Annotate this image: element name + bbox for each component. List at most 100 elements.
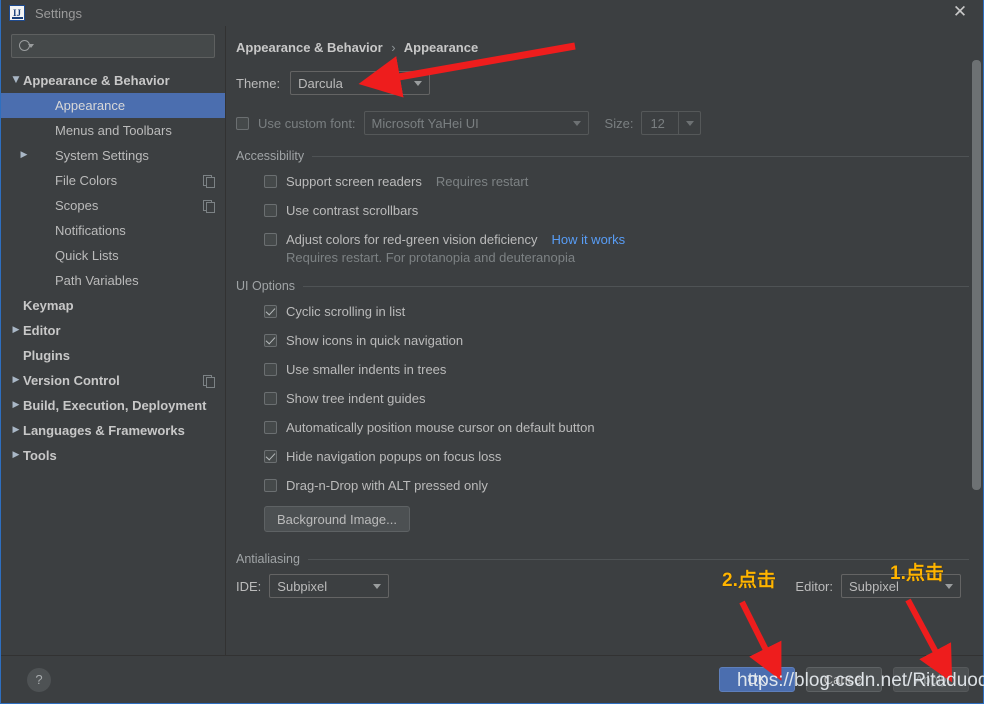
font-size-select[interactable]: 12 — [641, 111, 702, 135]
chevron-right-icon[interactable]: ▶ — [9, 451, 23, 460]
section-divider — [303, 285, 969, 287]
intellij-idea-logo-icon: IJ — [9, 5, 25, 21]
use-custom-font-label: Use custom font: — [258, 115, 356, 131]
sidebar-item-editor[interactable]: ▶ Editor — [1, 318, 225, 343]
sidebar-item-label: System Settings — [55, 148, 149, 163]
copy-icon[interactable] — [203, 374, 215, 388]
accessibility-option-checkbox[interactable] — [264, 233, 277, 246]
sidebar-item-build-execution-deployment[interactable]: ▶ Build, Execution, Deployment — [1, 393, 225, 418]
accessibility-option-checkbox[interactable] — [264, 204, 277, 217]
chevron-down-icon — [373, 583, 382, 589]
accessibility-subhint: Requires restart. For protanopia and deu… — [286, 250, 576, 265]
sidebar-item-label: Scopes — [55, 198, 99, 213]
ui-options-section-header: UI Options — [236, 279, 983, 293]
sidebar-item-menus-and-toolbars[interactable]: Menus and Toolbars — [1, 118, 225, 143]
custom-font-select[interactable]: Microsoft YaHei UI — [363, 111, 589, 135]
accessibility-option-label: Adjust colors for red-green vision defic… — [286, 232, 538, 247]
ide-antialiasing-value: Subpixel — [277, 578, 328, 594]
ui-option-checkbox[interactable] — [264, 392, 277, 405]
sidebar-item-label: Appearance — [55, 98, 126, 113]
sidebar-item-label: Menus and Toolbars — [55, 123, 172, 138]
breadcrumb-current: Appearance — [403, 40, 479, 55]
ui-option-checkbox[interactable] — [264, 334, 277, 347]
ui-option-label: Drag-n-Drop with ALT pressed only — [286, 478, 488, 493]
window-title: Settings — [35, 5, 82, 21]
antialiasing-section-header: Antialiasing — [236, 552, 983, 566]
ui-option-checkbox[interactable] — [264, 479, 277, 492]
ui-option-checkbox[interactable] — [264, 421, 277, 434]
ui-option-label: Automatically position mouse cursor on d… — [286, 420, 595, 435]
font-size-caret-box[interactable] — [678, 112, 700, 134]
sidebar-item-label: Editor — [23, 323, 61, 338]
help-icon[interactable]: ? — [27, 667, 51, 692]
copy-icon[interactable] — [203, 199, 215, 213]
sidebar-item-label: Notifications — [55, 223, 126, 238]
search-input[interactable] — [11, 34, 215, 58]
settings-tree: ▼ Appearance & Behavior Appearance Menus an… — [1, 68, 225, 468]
sidebar-item-languages-frameworks[interactable]: ▶ Languages & Frameworks — [1, 418, 225, 443]
antialiasing-title: Antialiasing — [236, 552, 300, 566]
copy-icon[interactable] — [203, 174, 215, 188]
chevron-right-icon[interactable]: ▶ — [9, 376, 23, 385]
sidebar-item-label: Appearance & Behavior — [23, 73, 170, 88]
vertical-scrollbar-thumb[interactable] — [972, 60, 981, 490]
sidebar-item-version-control[interactable]: ▶ Version Control — [1, 368, 225, 393]
apply-button[interactable]: Apply — [893, 667, 969, 692]
ui-option-label: Cyclic scrolling in list — [286, 304, 406, 319]
breadcrumb: Appearance & Behavior › Appearance — [236, 40, 983, 55]
accessibility-option-checkbox[interactable] — [264, 175, 277, 188]
antialiasing-row: IDE: Subpixel Editor: Subpixel — [236, 574, 983, 598]
sidebar-item-plugins[interactable]: Plugins — [1, 343, 225, 368]
sidebar-item-tools[interactable]: ▶ Tools — [1, 443, 225, 468]
background-image-button[interactable]: Background Image... — [264, 506, 410, 532]
sidebar-item-scopes[interactable]: Scopes — [1, 193, 225, 218]
ui-option-row: Hide navigation popups on focus loss — [236, 442, 983, 471]
chevron-down-icon[interactable]: ▼ — [9, 76, 23, 85]
accessibility-section-header: Accessibility — [236, 149, 983, 163]
theme-select-value: Darcula — [298, 75, 343, 91]
settings-sidebar: ▼ Appearance & Behavior Appearance Menus an… — [1, 26, 226, 655]
chevron-right-icon[interactable]: ▶ — [9, 426, 23, 435]
accessibility-option-label: Use contrast scrollbars — [286, 203, 419, 218]
ok-button[interactable]: OK — [719, 667, 795, 692]
chevron-right-icon[interactable]: ▶ — [9, 401, 23, 410]
sidebar-item-appearance[interactable]: Appearance — [1, 93, 225, 118]
settings-dialog: IJ Settings ✕ ▼ Appearance & Behavior Appe… — [0, 0, 984, 704]
ui-option-row: Drag-n-Drop with ALT pressed only — [236, 471, 983, 500]
sidebar-item-notifications[interactable]: Notifications — [1, 218, 225, 243]
dialog-body: ▼ Appearance & Behavior Appearance Menus an… — [1, 26, 983, 655]
close-icon[interactable]: ✕ — [951, 4, 969, 22]
editor-antialiasing-label: Editor: — [795, 578, 833, 594]
ui-option-checkbox[interactable] — [264, 305, 277, 318]
chevron-right-icon[interactable]: ▶ — [17, 151, 31, 160]
editor-antialiasing-value: Subpixel — [849, 578, 899, 594]
editor-antialiasing-select[interactable]: Subpixel — [841, 574, 961, 598]
accessibility-option-row: Use contrast scrollbars — [236, 196, 983, 225]
sidebar-item-appearance-behavior[interactable]: ▼ Appearance & Behavior — [1, 68, 225, 93]
font-size-value: 12 — [650, 115, 665, 131]
ide-antialiasing-label: IDE: — [236, 578, 262, 594]
cancel-button[interactable]: Cancel — [806, 667, 882, 692]
custom-font-row: Use custom font: Microsoft YaHei UI Size… — [236, 111, 983, 135]
title-bar: IJ Settings ✕ — [1, 0, 983, 26]
ide-antialiasing-select[interactable]: Subpixel — [269, 574, 390, 598]
sidebar-item-quick-lists[interactable]: Quick Lists — [1, 243, 225, 268]
settings-main-panel: Appearance & Behavior › Appearance Theme… — [226, 26, 983, 655]
use-custom-font-checkbox[interactable] — [236, 116, 249, 130]
breadcrumb-parent[interactable]: Appearance & Behavior — [236, 40, 383, 55]
theme-select[interactable]: Darcula — [290, 71, 431, 95]
sidebar-item-path-variables[interactable]: Path Variables — [1, 268, 225, 293]
ui-option-checkbox[interactable] — [264, 450, 277, 463]
chevron-right-icon[interactable]: ▶ — [9, 326, 23, 335]
theme-label: Theme: — [236, 75, 281, 91]
ui-option-row: Show icons in quick navigation — [236, 326, 983, 355]
sidebar-item-system-settings[interactable]: ▶ System Settings — [1, 143, 225, 168]
sidebar-item-file-colors[interactable]: File Colors — [1, 168, 225, 193]
ui-option-row: Use smaller indents in trees — [236, 355, 983, 384]
dialog-footer: ? OK Cancel Apply — [1, 655, 983, 703]
sidebar-item-keymap[interactable]: Keymap — [1, 293, 225, 318]
ui-options-title: UI Options — [236, 279, 296, 293]
how-it-works-link[interactable]: How it works — [551, 232, 625, 247]
ui-option-row: Cyclic scrolling in list — [236, 297, 983, 326]
ui-option-checkbox[interactable] — [264, 363, 277, 376]
